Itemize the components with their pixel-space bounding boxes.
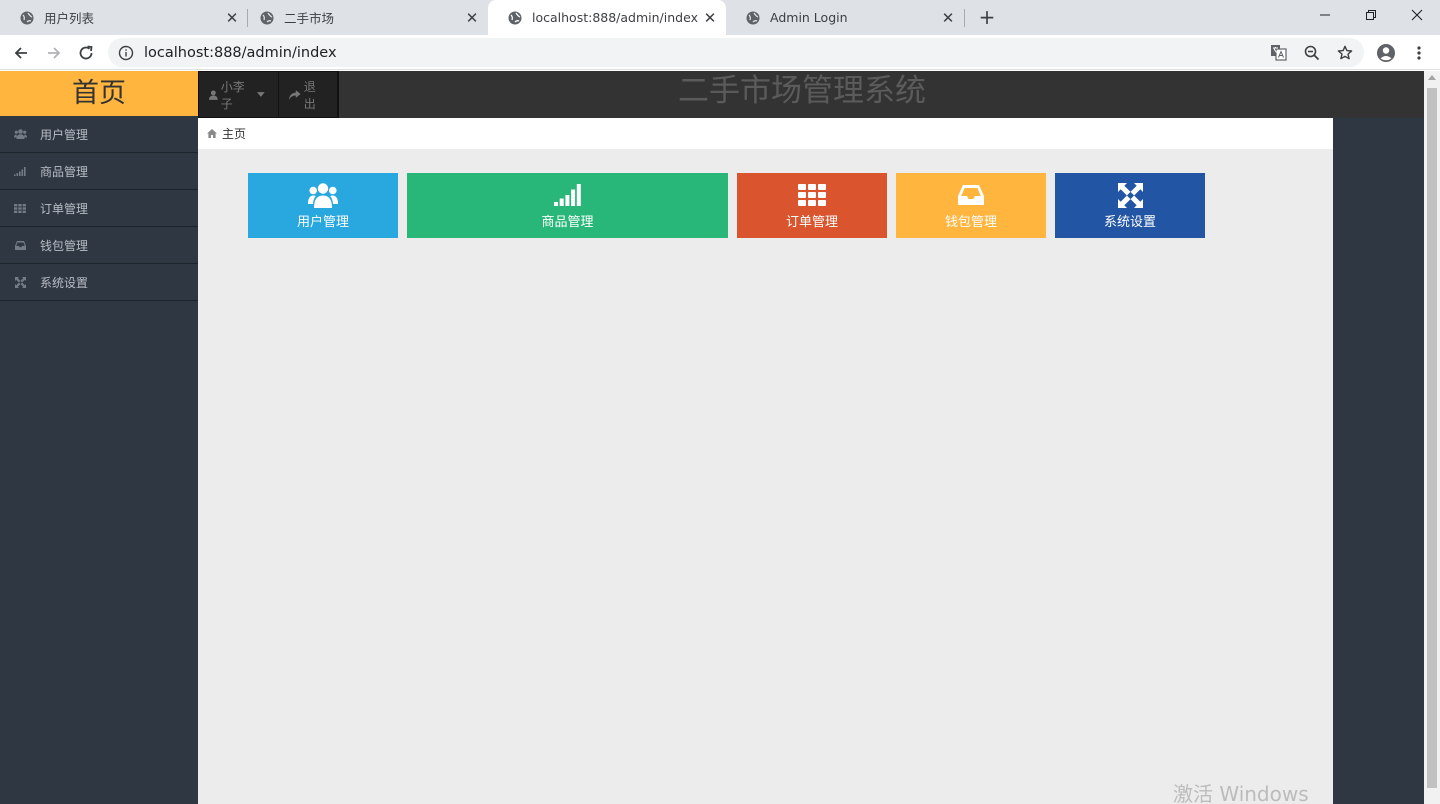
tile-label: 系统设置 — [1103, 215, 1156, 230]
tab-title: localhost:888/admin/index — [532, 10, 698, 25]
tile-label: 商品管理 — [541, 215, 594, 230]
tab-title: 用户列表 — [44, 11, 95, 26]
arrow-right-icon — [48, 47, 61, 59]
url-text[interactable]: localhost:888/admin/index — [144, 45, 337, 61]
restore-icon — [1366, 10, 1376, 20]
info-icon[interactable] — [118, 45, 134, 61]
sidebar: 用户管理 商品管理 订单管理 钱包管理 系统设置 — [0, 116, 198, 804]
admin-app: 首页 小李子 退出 二手市场管理系统 用户管理 商品管理 订单管理 钱包管理 系… — [0, 71, 1424, 804]
user-dropdown[interactable]: 小李子 — [199, 72, 280, 117]
system-title: 二手市场管理系统 — [678, 73, 926, 109]
activation-watermark: 激活 Windows — [1173, 782, 1309, 804]
close-window-button[interactable] — [1394, 0, 1440, 30]
users-icon — [308, 181, 338, 209]
bookmark-button[interactable] — [1337, 38, 1353, 67]
menu-button[interactable] — [1406, 40, 1432, 66]
sidebar-item-label: 商品管理 — [40, 164, 89, 179]
zoom-button[interactable] — [1304, 38, 1320, 67]
arrows-icon — [13, 275, 27, 289]
account-icon — [1377, 44, 1395, 62]
tab-close-icon[interactable]: ✕ — [462, 8, 482, 28]
sidebar-item-label: 系统设置 — [40, 275, 89, 290]
browser-tab-strip: 用户列表 ✕ 二手市场 ✕ localhost:888/admin/index … — [0, 0, 1440, 35]
close-icon — [1411, 9, 1423, 21]
sidebar-item-label: 订单管理 — [40, 201, 89, 216]
minimize-icon — [1320, 14, 1330, 16]
grid-icon — [13, 201, 27, 215]
grid-icon — [798, 181, 826, 209]
user-menu: 小李子 退出 — [198, 71, 339, 118]
sidebar-item-orders[interactable]: 订单管理 — [0, 190, 198, 227]
sidebar-item-wallet[interactable]: 钱包管理 — [0, 227, 198, 264]
tile-label: 钱包管理 — [944, 215, 997, 230]
users-icon — [13, 127, 27, 141]
tab-separator — [964, 9, 965, 27]
back-button[interactable] — [8, 40, 34, 66]
sidebar-item-settings[interactable]: 系统设置 — [0, 264, 198, 301]
tile-label: 订单管理 — [785, 215, 838, 230]
tile-products[interactable]: 商品管理 — [407, 173, 728, 238]
tile-users[interactable]: 用户管理 — [248, 173, 398, 238]
sidebar-item-label: 钱包管理 — [40, 238, 89, 253]
reload-button[interactable] — [73, 40, 99, 66]
more-vertical-icon — [1417, 46, 1421, 60]
logout-link[interactable]: 退出 — [279, 72, 338, 117]
translate-icon — [1271, 45, 1287, 61]
browser-tab-active[interactable]: localhost:888/admin/index ✕ — [488, 0, 726, 35]
profile-button[interactable] — [1373, 40, 1399, 66]
share-icon — [289, 89, 301, 100]
scrollbar-thumb[interactable] — [1427, 88, 1437, 788]
globe-icon — [20, 11, 34, 25]
brand-home-link[interactable]: 首页 — [0, 71, 198, 116]
sidebar-item-users[interactable]: 用户管理 — [0, 116, 198, 153]
new-tab-button[interactable]: + — [976, 6, 998, 28]
inbox-icon — [958, 181, 984, 209]
caret-down-icon — [257, 92, 266, 97]
tab-close-icon[interactable]: ✕ — [938, 8, 958, 28]
globe-icon — [746, 11, 760, 25]
inbox-icon — [13, 238, 27, 252]
reload-icon — [79, 45, 93, 60]
tile-wallet[interactable]: 钱包管理 — [896, 173, 1046, 238]
tab-close-icon[interactable]: ✕ — [222, 8, 242, 28]
forward-button[interactable] — [41, 40, 67, 66]
browser-toolbar: localhost:888/admin/index — [0, 35, 1440, 70]
translate-button[interactable] — [1270, 38, 1287, 67]
browser-tab[interactable]: Admin Login ✕ — [726, 0, 964, 35]
browser-tab[interactable]: 二手市场 ✕ — [240, 0, 488, 35]
minimize-button[interactable] — [1302, 0, 1348, 30]
arrows-icon — [1117, 181, 1143, 209]
restore-button[interactable] — [1348, 0, 1394, 30]
tile-orders[interactable]: 订单管理 — [737, 173, 887, 238]
address-bar[interactable]: localhost:888/admin/index — [108, 38, 1364, 67]
star-icon — [1337, 45, 1353, 59]
username: 小李子 — [220, 79, 245, 111]
scroll-up-icon[interactable] — [1428, 75, 1436, 80]
user-icon — [209, 89, 218, 100]
arrow-left-icon — [14, 47, 27, 59]
tab-title: Admin Login — [770, 10, 848, 25]
tile-label: 用户管理 — [296, 215, 349, 230]
logout-label: 退出 — [303, 79, 316, 111]
tab-title: 二手市场 — [284, 11, 335, 26]
globe-icon — [260, 11, 274, 25]
breadcrumb: 主页 — [198, 118, 1333, 149]
signal-icon — [13, 164, 27, 178]
browser-tab[interactable]: 用户列表 ✕ — [0, 0, 248, 35]
signal-icon — [554, 181, 581, 209]
page-scrollbar[interactable] — [1424, 71, 1440, 804]
sidebar-item-products[interactable]: 商品管理 — [0, 153, 198, 190]
breadcrumb-current[interactable]: 主页 — [222, 125, 246, 142]
sidebar-item-label: 用户管理 — [40, 127, 89, 142]
main-content: 主页 用户管理 商品管理 订单管理 钱包管理 系统设置 激活 Windows — [198, 118, 1333, 804]
zoom-out-icon — [1304, 45, 1320, 60]
globe-icon — [508, 11, 522, 25]
home-icon — [207, 129, 217, 138]
tab-close-icon[interactable]: ✕ — [700, 8, 720, 28]
tile-settings[interactable]: 系统设置 — [1055, 173, 1205, 238]
top-navbar: 小李子 退出 二手市场管理系统 — [198, 71, 1424, 118]
